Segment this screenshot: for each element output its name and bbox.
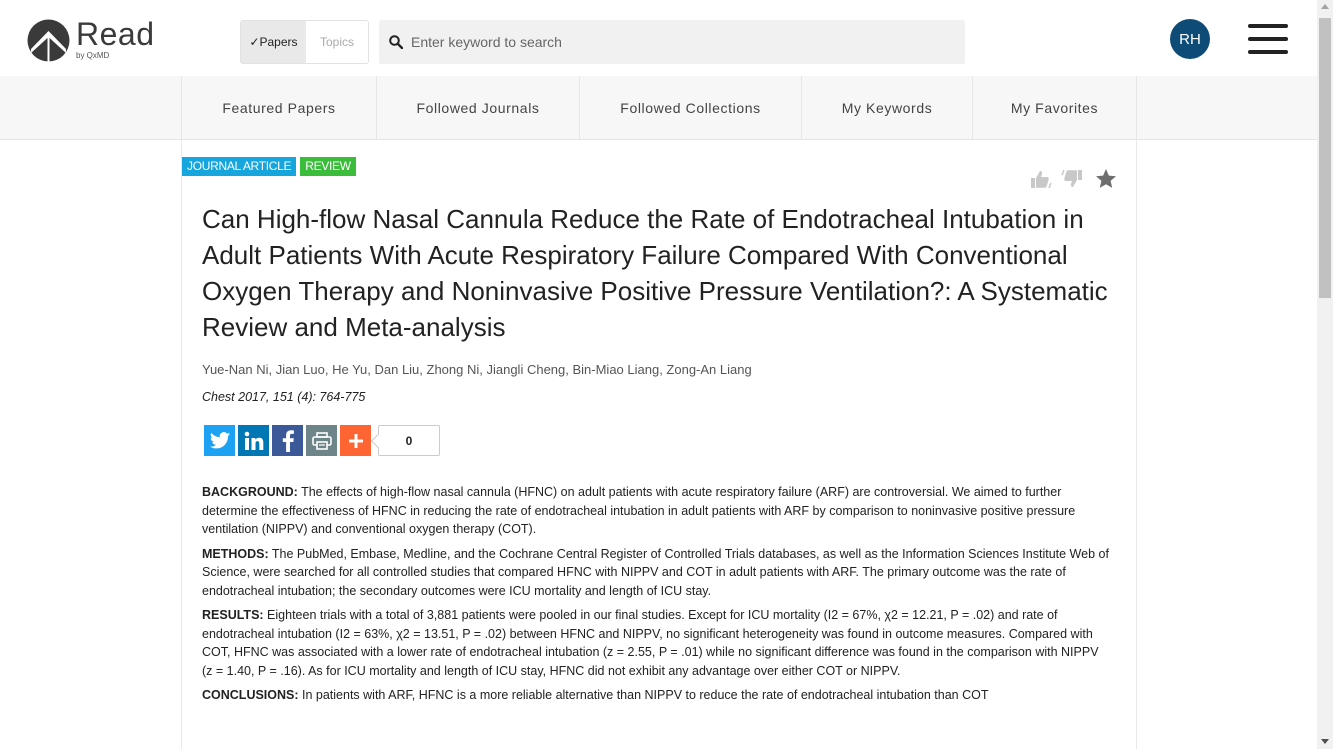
hamburger-menu-icon[interactable] (1248, 24, 1288, 56)
thumbs-down-icon[interactable] (1061, 167, 1085, 191)
scroll-up-arrow-icon[interactable] (1321, 4, 1329, 9)
more-share-button[interactable] (340, 425, 371, 456)
thumbs-up-icon[interactable] (1028, 167, 1052, 191)
star-icon[interactable] (1094, 167, 1118, 191)
article-abstract: BACKGROUND: The effects of high-flow nas… (202, 483, 1112, 711)
twitter-share-button[interactable] (204, 425, 235, 456)
print-icon (311, 431, 332, 450)
linkedin-share-button[interactable] (238, 425, 269, 456)
abstract-conclusions: CONCLUSIONS: In patients with ARF, HFNC … (202, 688, 989, 702)
search-bar (379, 20, 965, 64)
facebook-icon (282, 429, 294, 452)
nav-followed-journals[interactable]: Followed Journals (377, 76, 580, 140)
search-input[interactable] (411, 34, 931, 50)
nav-followed-collections[interactable]: Followed Collections (580, 76, 802, 140)
papers-topics-toggle: ✓Papers Topics (240, 20, 369, 64)
abstract-results: RESULTS: Eighteen trials with a total of… (202, 608, 1099, 678)
secondary-nav: Featured Papers Followed Journals Follow… (0, 76, 1317, 140)
facebook-share-button[interactable] (272, 425, 303, 456)
avatar[interactable]: RH (1170, 19, 1210, 59)
topics-toggle-button[interactable]: Topics (305, 21, 368, 63)
linkedin-icon (244, 431, 263, 450)
article-authors: Yue-Nan Ni, Jian Luo, He Yu, Dan Liu, Zh… (202, 362, 752, 377)
nav-featured-papers[interactable]: Featured Papers (182, 76, 377, 140)
brand-name: Read (76, 16, 155, 52)
scrollbar-thumb[interactable] (1319, 18, 1331, 298)
article-tags: JOURNAL ARTICLE REVIEW (182, 157, 360, 176)
twitter-icon (209, 431, 230, 448)
read-logo[interactable]: Read by QxMD (27, 16, 167, 63)
share-count: 0 (378, 425, 440, 456)
article-citation: Chest 2017, 151 (4): 764-775 (202, 390, 366, 404)
top-header: Read by QxMD ✓Papers Topics RH (0, 0, 1317, 76)
logo-icon (27, 19, 70, 62)
article-actions (1019, 167, 1118, 191)
abstract-background: BACKGROUND: The effects of high-flow nas… (202, 485, 1076, 536)
nav-my-favorites[interactable]: My Favorites (973, 76, 1137, 140)
article-title: Can High-flow Nasal Cannula Reduce the R… (202, 204, 1108, 342)
search-icon (389, 35, 403, 49)
brand-sub: by QxMD (76, 51, 110, 60)
article-container: JOURNAL ARTICLE REVIEW Can High-flow Nas… (181, 140, 1137, 749)
page-scrollbar[interactable] (1317, 0, 1333, 749)
tag-review: REVIEW (300, 157, 356, 176)
abstract-methods: METHODS: The PubMed, Embase, Medline, an… (202, 546, 1109, 598)
nav-my-keywords[interactable]: My Keywords (802, 76, 973, 140)
papers-toggle-button[interactable]: ✓Papers (241, 21, 306, 63)
print-share-button[interactable] (306, 425, 337, 456)
plus-icon (348, 433, 363, 448)
scroll-down-arrow-icon[interactable] (1321, 739, 1329, 744)
nav-tabs: Featured Papers Followed Journals Follow… (181, 76, 1137, 140)
share-bar: 0 (204, 425, 440, 456)
tag-journal-article: JOURNAL ARTICLE (182, 157, 297, 176)
